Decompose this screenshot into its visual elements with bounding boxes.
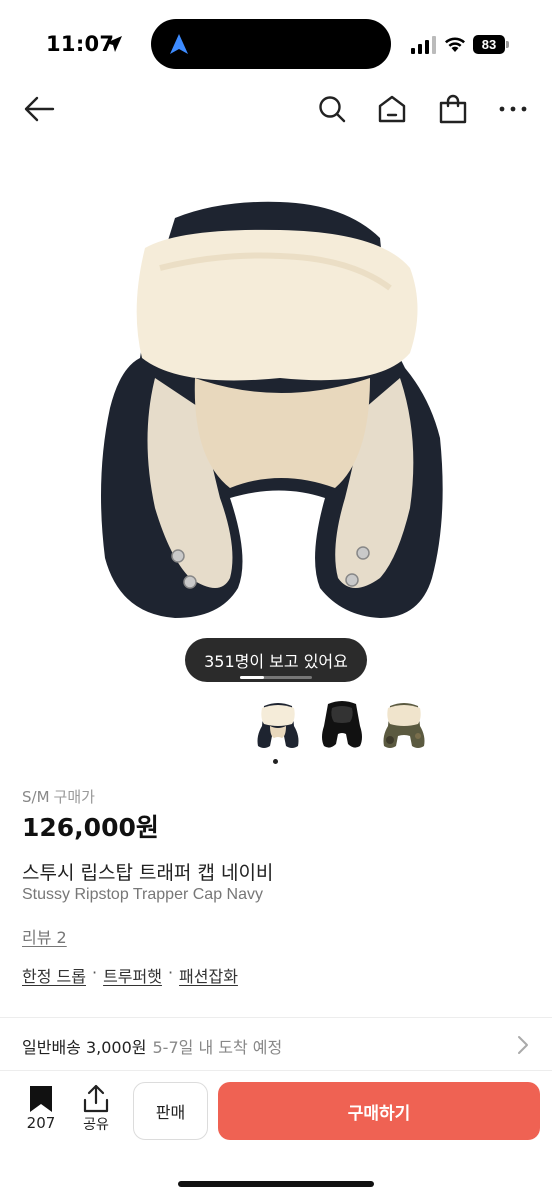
product-title-korean: 스투시 립스탑 트래퍼 캡 네이비 [22,862,274,884]
dynamic-island [151,19,391,69]
more-options-button[interactable] [496,92,530,126]
size-sub-label: 구매가 [53,788,95,806]
divider [0,1070,552,1071]
chevron-right-icon[interactable] [512,1034,534,1056]
product-image[interactable] [80,178,472,648]
bookmark-count: 207 [26,1114,56,1132]
sell-button[interactable]: 판매 [133,1082,208,1140]
bookmark-icon[interactable] [26,1084,56,1114]
back-arrow-icon [24,96,55,122]
navigation-arrow-icon [170,34,188,54]
battery-icon: 83 [473,35,509,54]
product-title-english: Stussy Ripstop Trapper Cap Navy [22,886,263,903]
selected-thumbnail-indicator [273,759,278,764]
shopping-bag-icon [439,94,467,124]
more-icon [499,106,527,112]
tag-link[interactable]: 한정 드롭 [22,963,86,987]
size-label: S/M 구매가 [22,786,95,807]
shipping-info-row[interactable]: 일반배송 3,000원 5-7일 내 도착 예정 [22,1034,282,1058]
location-arrow-icon [106,36,122,52]
wifi-icon [445,37,465,52]
image-slider-position [240,676,264,679]
search-icon [319,96,346,123]
share-label: 공유 [83,1117,109,1133]
shipping-label: 일반배송 3,000원 [22,1038,147,1057]
shopping-bag-button[interactable] [436,92,470,126]
home-indicator [178,1181,374,1187]
thumbnail-camo[interactable] [380,696,428,752]
thumbnail-navy[interactable] [254,696,302,752]
battery-level: 83 [473,35,505,54]
home-button[interactable] [375,92,409,126]
thumbnail-list [250,696,430,756]
tag-list: 한정 드롭 · 트루퍼햇 · 패션잡화 [22,963,238,987]
top-nav [0,86,552,132]
back-button[interactable] [22,92,56,126]
share-icon[interactable] [82,1084,110,1114]
status-bar: 11:07 83 [0,0,552,90]
home-icon [378,95,406,123]
review-link[interactable]: 리뷰 2 [22,924,67,948]
tag-link[interactable]: 트루퍼햇 [103,963,162,987]
cellular-signal-icon [411,36,436,54]
shipping-eta: 5-7일 내 도착 예정 [152,1038,283,1057]
buy-button[interactable]: 구매하기 [218,1082,540,1140]
product-price: 126,000원 [22,813,159,842]
search-button[interactable] [315,92,349,126]
divider [0,1017,552,1018]
thumbnail-black[interactable] [318,696,366,752]
size-value: S/M [22,788,50,806]
tag-link[interactable]: 패션잡화 [179,963,238,987]
